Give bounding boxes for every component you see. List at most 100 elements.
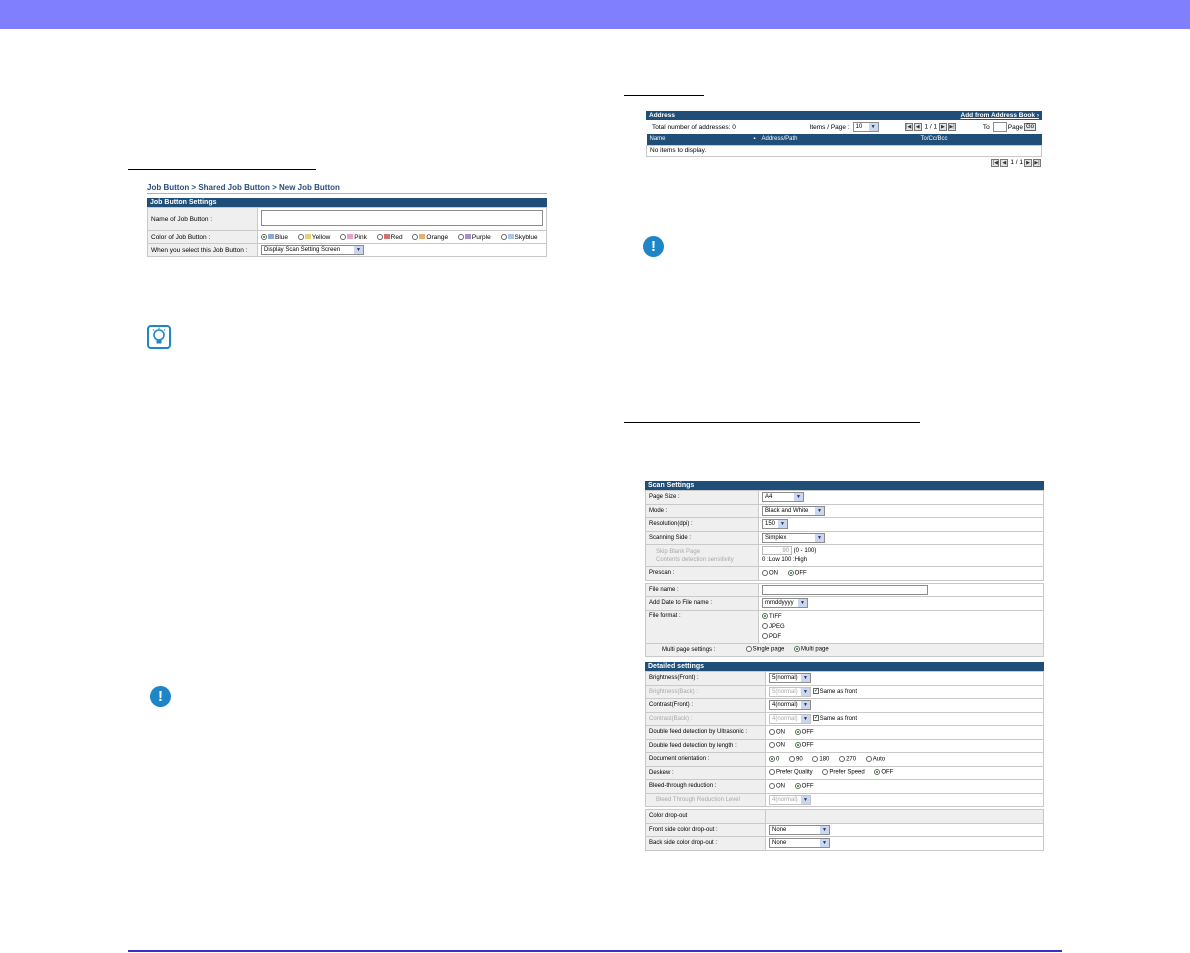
ultrasonic-off[interactable]: OFF (794, 728, 814, 736)
page-number-input[interactable] (992, 122, 1007, 132)
to-label: To (982, 123, 990, 131)
radio-icon[interactable] (794, 646, 801, 653)
page-label: Page (1007, 123, 1023, 131)
radio-icon[interactable] (340, 233, 347, 240)
radio-icon[interactable] (769, 769, 775, 776)
radio-icon[interactable] (874, 769, 881, 776)
first-page-icon[interactable]: |◀ (991, 158, 1000, 167)
radio-icon[interactable] (745, 646, 752, 653)
radio-icon[interactable] (762, 569, 768, 576)
radio-icon[interactable] (794, 728, 801, 735)
radio-icon[interactable] (297, 233, 304, 240)
bleed-level-select[interactable]: 4(normal) ▼ (769, 794, 811, 805)
brightness-front-select[interactable]: 5(normal) ▼ (769, 673, 811, 684)
length-on[interactable]: ON (769, 742, 785, 749)
orientation-auto[interactable]: Auto (865, 755, 885, 763)
detailed-settings-table: Brightness(Front) : 5(normal) ▼ Brightnes… (645, 671, 1044, 851)
format-pdf[interactable]: PDF (762, 632, 1040, 642)
when-select[interactable]: Display Scan Setting Screen ▼ (261, 245, 364, 255)
radio-icon[interactable] (500, 233, 507, 240)
radio-icon[interactable] (794, 782, 801, 789)
column-to-cc-bcc[interactable]: To/Cc/Bcc (917, 134, 1042, 145)
ultrasonic-on[interactable]: ON (769, 728, 785, 736)
color-option-skyblue[interactable]: Skyblue (500, 233, 538, 241)
add-date-select[interactable]: mmddyyyy ▼ (762, 598, 808, 609)
orientation-270[interactable]: 270 (839, 755, 856, 763)
same-as-front-checkbox[interactable] (812, 713, 820, 722)
warning-icon: ! (150, 686, 171, 707)
radio-icon[interactable] (376, 233, 383, 240)
color-option-yellow[interactable]: Yellow (297, 233, 330, 241)
radio-icon[interactable] (812, 755, 819, 762)
go-button[interactable]: Go (1023, 123, 1036, 131)
column-address-path[interactable]: Address/Path (758, 134, 918, 145)
mode-select[interactable]: Black and White ▼ (762, 505, 825, 516)
radio-icon[interactable] (769, 755, 775, 762)
contrast-back-select[interactable]: 4(normal) ▼ (769, 713, 811, 724)
first-page-icon[interactable]: |◀ (904, 123, 913, 131)
single-page-option[interactable]: Single page (745, 646, 784, 653)
next-page-icon[interactable]: ▶ (1024, 158, 1032, 167)
radio-icon[interactable] (865, 755, 872, 762)
chevron-down-icon: ▼ (354, 246, 363, 254)
column-name[interactable]: Name ▪ (646, 134, 759, 145)
prev-page-icon[interactable]: ◀ (1000, 158, 1009, 167)
address-toolbar: Total number of addresses: 0 Items / Pag… (646, 120, 1042, 134)
radio-icon[interactable] (762, 632, 768, 639)
bleed-on[interactable]: ON (769, 782, 785, 790)
scanning-side-select[interactable]: Simplex ▼ (762, 532, 825, 543)
heading-underline-left (128, 169, 316, 170)
radio-icon[interactable] (261, 233, 267, 240)
radio-icon[interactable] (789, 755, 796, 762)
color-option-orange[interactable]: Orange (412, 234, 448, 241)
last-page-icon[interactable]: ▶| (947, 123, 956, 131)
radio-icon[interactable] (457, 233, 464, 240)
color-option-pink[interactable]: Pink (340, 234, 367, 241)
orientation-0[interactable]: 0 (769, 755, 779, 763)
format-jpeg[interactable]: JPEG (762, 622, 1040, 632)
radio-icon[interactable] (412, 233, 419, 240)
job-button-name-input[interactable] (261, 210, 543, 226)
radio-icon[interactable] (762, 622, 768, 629)
back-dropout-select[interactable]: None ▼ (769, 838, 830, 849)
last-page-icon[interactable]: ▶| (1033, 158, 1041, 167)
color-option-red[interactable]: Red (376, 233, 403, 241)
same-as-front-checkbox[interactable] (812, 686, 820, 695)
next-page-icon[interactable]: ▶ (938, 123, 947, 131)
prescan-on[interactable]: ON (762, 569, 778, 577)
color-option-purple[interactable]: Purple (457, 233, 491, 241)
radio-icon[interactable] (794, 742, 801, 749)
empty-message: No items to display. (646, 144, 1042, 157)
color-option-blue[interactable]: Blue (261, 234, 288, 241)
multi-page-option[interactable]: Multi page (794, 646, 829, 653)
orientation-180[interactable]: 180 (812, 755, 829, 763)
prescan-off[interactable]: OFF (787, 569, 807, 577)
radio-icon[interactable] (822, 769, 829, 776)
deskew-speed[interactable]: Prefer Speed (822, 769, 865, 776)
radio-icon[interactable] (769, 742, 775, 749)
bleed-off[interactable]: OFF (794, 782, 814, 790)
radio-icon[interactable] (769, 728, 775, 735)
file-name-input[interactable] (762, 584, 928, 595)
radio-icon[interactable] (769, 782, 775, 789)
items-per-page-select[interactable]: 10 ▼ (852, 122, 879, 132)
radio-icon[interactable] (762, 612, 768, 619)
format-tiff[interactable]: TIFF (762, 612, 1040, 622)
length-off[interactable]: OFF (794, 742, 814, 749)
deskew-quality[interactable]: Prefer Quality (769, 769, 813, 776)
resolution-select[interactable]: 150 ▼ (762, 519, 788, 530)
page-info: 1 / 1 (924, 123, 938, 131)
contrast-front-select[interactable]: 4(normal) ▼ (769, 700, 811, 711)
red-swatch (383, 234, 390, 240)
radio-icon[interactable] (839, 755, 846, 762)
orientation-90[interactable]: 90 (789, 755, 803, 763)
deskew-off[interactable]: OFF (874, 769, 893, 776)
prev-page-icon[interactable]: ◀ (913, 123, 922, 131)
multipage-label: Multi page settings : (662, 647, 716, 654)
page-size-select[interactable]: A4 ▼ (762, 492, 804, 503)
brightness-back-select[interactable]: 5(normal) ▼ (769, 686, 811, 697)
front-dropout-select[interactable]: None ▼ (769, 824, 830, 835)
add-from-address-book-link[interactable]: Add from Address Book › (961, 111, 1040, 120)
sensitivity-input[interactable]: 90 (762, 545, 792, 555)
radio-icon[interactable] (787, 569, 794, 576)
